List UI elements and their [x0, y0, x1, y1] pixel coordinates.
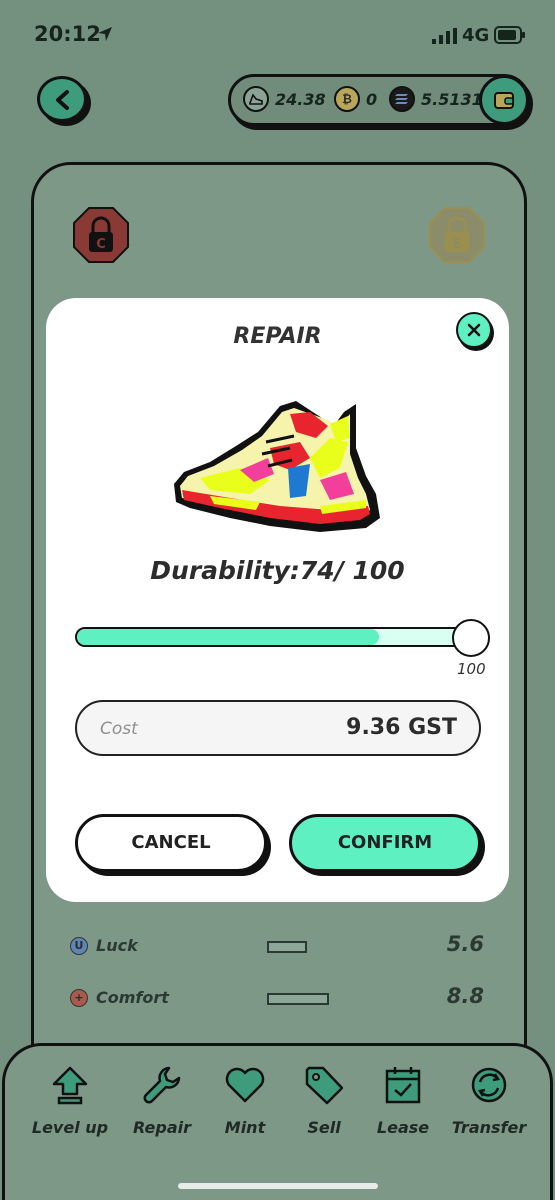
status-bar: 20:12 4G	[0, 0, 555, 70]
repair-modal: REPAIR Durability:74/ 100 100 Cost 9.36 …	[46, 298, 509, 902]
nav-repair[interactable]: Repair	[122, 1064, 202, 1137]
repair-slider-thumb[interactable]	[452, 619, 490, 657]
luck-icon: U	[70, 937, 88, 955]
confirm-button[interactable]: CONFIRM	[289, 814, 481, 872]
wrench-icon	[143, 1066, 181, 1104]
attribute-row-comfort: + Comfort 8.8	[70, 984, 490, 1012]
gst-coin-icon	[243, 86, 269, 112]
nav-transfer[interactable]: Transfer	[449, 1064, 529, 1137]
nav-label: Transfer	[451, 1118, 527, 1137]
wallet-icon	[494, 92, 514, 109]
cost-value: 9.36 GST	[346, 715, 457, 740]
heart-icon	[225, 1067, 265, 1103]
cancel-button[interactable]: CANCEL	[75, 814, 267, 872]
location-arrow-icon	[97, 26, 113, 46]
nav-label: Repair	[133, 1118, 191, 1137]
nav-label: Mint	[224, 1118, 266, 1137]
nav-label: Level up	[31, 1118, 109, 1137]
nav-mint[interactable]: Mint	[205, 1064, 285, 1137]
gst-balance-value: 24.38	[275, 89, 326, 109]
close-button[interactable]	[456, 312, 492, 348]
gmt-balance-value: 0	[366, 89, 378, 109]
nav-sell[interactable]: Sell	[284, 1064, 364, 1137]
lock-e-label: E	[453, 237, 462, 252]
lock-c-label: C	[96, 237, 106, 252]
attribute-label: Comfort	[96, 988, 169, 1007]
repair-slider-fill	[77, 629, 379, 645]
balance-bar: 24.38 ₿ 0 5.5131	[228, 74, 530, 126]
back-button[interactable]	[37, 76, 87, 122]
status-time: 20:12	[34, 22, 101, 46]
sol-balance-value: 5.5131	[421, 89, 483, 109]
chevron-left-icon	[56, 90, 69, 110]
lock-c-icon[interactable]: C	[72, 206, 130, 268]
sneaker-image	[170, 398, 384, 542]
repair-slider-track[interactable]	[75, 627, 487, 647]
transfer-icon	[471, 1067, 507, 1103]
level-up-icon	[52, 1066, 88, 1105]
nav-lease[interactable]: Lease	[363, 1064, 443, 1137]
calendar-icon	[385, 1067, 421, 1104]
attribute-value: 5.6	[446, 932, 484, 956]
gmt-coin-icon: ₿	[334, 86, 360, 112]
home-indicator	[178, 1183, 378, 1189]
nav-label: Sell	[307, 1118, 341, 1137]
nav-label: Lease	[376, 1118, 430, 1137]
modal-title: REPAIR	[233, 324, 322, 349]
attribute-label: Luck	[96, 936, 138, 955]
attribute-value: 8.8	[446, 984, 484, 1008]
nav-level-up[interactable]: Level up	[30, 1064, 110, 1137]
network-label: 4G	[462, 25, 490, 46]
comfort-icon: +	[70, 989, 88, 1007]
cost-label: Cost	[100, 719, 138, 739]
close-icon	[467, 323, 481, 337]
sol-coin-icon	[389, 86, 415, 112]
gst-balance: 24.38	[243, 86, 326, 112]
signal-icon	[432, 28, 458, 48]
durability-label: Durability:74/ 100	[150, 556, 405, 585]
bottom-action-bar: Level up Repair Mint Sell Lease Transfer	[2, 1043, 553, 1200]
attribute-row-luck: U Luck 5.6	[70, 932, 490, 960]
cost-field: Cost 9.36 GST	[75, 700, 481, 756]
attribute-bar	[267, 941, 307, 953]
sol-balance: 5.5131	[389, 86, 483, 112]
lock-e-icon[interactable]: E	[428, 206, 486, 268]
gmt-balance: ₿ 0	[334, 86, 377, 112]
attribute-bar	[267, 993, 329, 1005]
wallet-button[interactable]	[479, 75, 529, 125]
tag-icon	[305, 1066, 344, 1105]
battery-icon	[494, 26, 526, 48]
slider-max-label: 100	[457, 660, 486, 678]
